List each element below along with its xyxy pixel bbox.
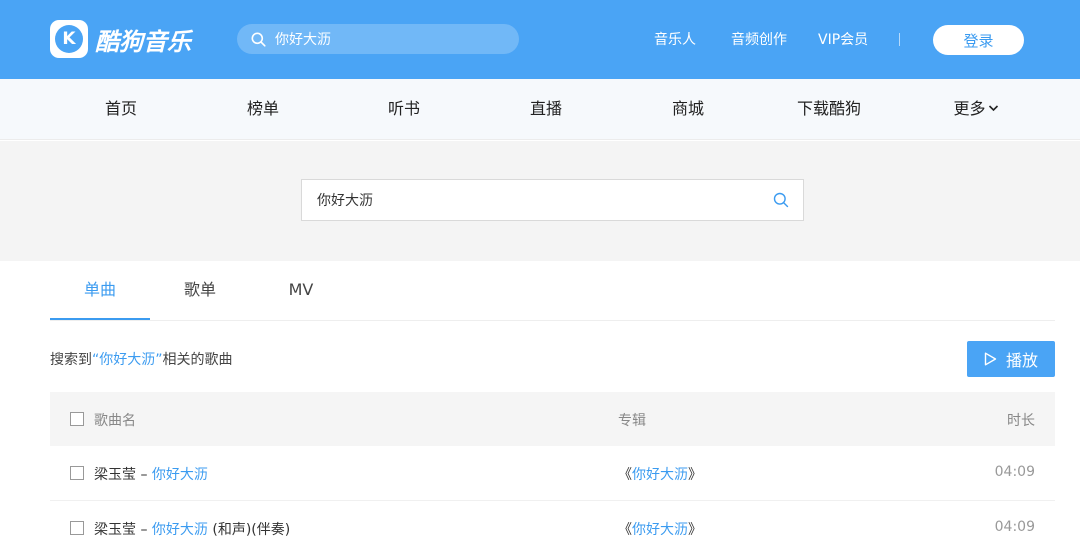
album-open: 《 [618,522,632,538]
search-section [0,141,1080,261]
header-album: 专辑 [618,413,646,429]
nav-item-store[interactable]: 商城 [672,79,704,139]
play-button-label: 播放 [1005,351,1038,370]
album-close: 》 [688,522,702,538]
song-title[interactable]: 你好大沥 [152,467,208,483]
song-duration: 04:09 [994,464,1035,480]
song-dash: – [136,522,152,538]
header-song-name: 歌曲名 [94,413,136,429]
nav-item-home[interactable]: 首页 [105,79,137,139]
row-checkbox[interactable] [70,466,84,480]
song-name: 梁玉莹 – 你好大沥 [94,464,208,484]
song-artist[interactable]: 梁玉莹 [94,467,136,483]
album-link[interactable]: 你好大沥 [632,467,688,483]
nav-item-download[interactable]: 下载酷狗 [797,79,861,139]
song-artist[interactable]: 梁玉莹 [94,522,136,538]
album-close: 》 [688,467,702,483]
tab-mv[interactable]: MV [270,261,332,320]
row-checkbox[interactable] [70,521,84,535]
table-header: 歌曲名 专辑 时长 [50,392,1055,446]
album-open: 《 [618,467,632,483]
login-button[interactable]: 登录 [933,25,1024,55]
tab-playlists[interactable]: 歌单 [165,261,235,320]
song-title[interactable]: 你好大沥 [152,522,208,538]
result-tabs: 单曲 歌单 MV [50,261,1055,321]
header-duration: 时长 [1007,413,1035,429]
song-extra: (和声)(伴奏) [207,522,291,538]
link-vip[interactable]: VIP会员 [818,30,868,50]
song-dash: – [136,467,152,483]
tab-songs[interactable]: 单曲 [50,261,150,320]
select-all-checkbox[interactable] [70,412,84,426]
play-icon [984,352,997,366]
table-row[interactable]: 梁玉莹 – 你好大沥 《你好大沥》 04:09 [50,446,1055,501]
album-link[interactable]: 你好大沥 [632,522,688,538]
search-icon[interactable] [773,192,789,208]
nav-item-live[interactable]: 直播 [530,79,562,139]
song-table: 歌曲名 专辑 时长 梁玉莹 – 你好大沥 《你好大沥》 04:09 梁玉莹 – … [50,392,1055,552]
song-name: 梁玉莹 – 你好大沥 (和声)(伴奏) [94,519,290,539]
link-musician[interactable]: 音乐人 [654,30,696,50]
nav-item-more[interactable]: 更多 [953,79,999,139]
result-suffix: 相关的歌曲 [162,352,233,368]
nav-item-charts[interactable]: 榜单 [247,79,279,139]
main-search-box[interactable] [301,179,804,221]
song-duration: 04:09 [994,519,1035,535]
link-audio-creation[interactable]: 音频创作 [731,30,787,50]
song-album: 《你好大沥》 [618,519,702,539]
nav-item-audiobooks[interactable]: 听书 [388,79,420,139]
result-prefix: 搜索到 [50,352,92,368]
result-summary: 搜索到“你好大沥”相关的歌曲 [50,349,233,369]
chevron-down-icon [988,105,999,112]
header-divider [899,33,900,46]
main-nav: 首页 榜单 听书 直播 商城 下载酷狗 更多 [0,79,1080,140]
table-row[interactable]: 梁玉莹 – 你好大沥 (和声)(伴奏) 《你好大沥》 04:09 [50,501,1055,552]
main-search-input[interactable] [317,192,757,208]
song-album: 《你好大沥》 [618,464,702,484]
play-button[interactable]: 播放 [967,341,1055,377]
top-header: K 酷狗音乐 音乐人 音频创作 VIP会员 登录 [0,0,1080,79]
header-links: 音乐人 音频创作 VIP会员 [0,30,1080,50]
result-keyword: “你好大沥” [92,352,163,368]
nav-more-label: 更多 [953,99,986,118]
